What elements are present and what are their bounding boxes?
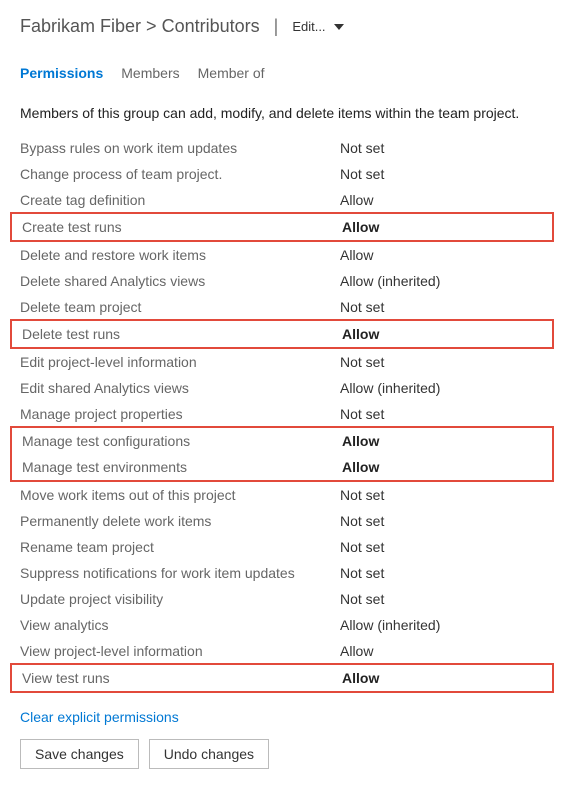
permission-row: Edit project-level informationNot set xyxy=(10,349,554,375)
header-divider: | xyxy=(274,16,279,37)
permission-value[interactable]: Not set xyxy=(340,354,384,370)
permission-row: Manage test configurationsAllow xyxy=(12,428,552,454)
permission-row: Create test runsAllow xyxy=(12,214,552,240)
permission-value[interactable]: Not set xyxy=(340,140,384,156)
permission-value[interactable]: Allow (inherited) xyxy=(340,380,440,396)
permission-row: Bypass rules on work item updatesNot set xyxy=(10,135,554,161)
permission-row: Manage test environmentsAllow xyxy=(12,454,552,480)
permission-row: View test runsAllow xyxy=(12,665,552,691)
permission-row: Change process of team project.Not set xyxy=(10,161,554,187)
permission-row: Delete team projectNot set xyxy=(10,294,554,320)
permission-row: Move work items out of this projectNot s… xyxy=(10,482,554,508)
permission-label[interactable]: Edit shared Analytics views xyxy=(20,380,340,396)
button-row: Save changes Undo changes xyxy=(0,735,564,789)
permission-label[interactable]: Delete team project xyxy=(20,299,340,315)
permission-value[interactable]: Not set xyxy=(340,539,384,555)
permission-label[interactable]: Change process of team project. xyxy=(20,166,340,182)
permission-value[interactable]: Allow xyxy=(340,247,373,263)
permission-label[interactable]: Suppress notifications for work item upd… xyxy=(20,565,340,581)
permission-row: View analyticsAllow (inherited) xyxy=(10,612,554,638)
permission-value[interactable]: Allow xyxy=(340,643,373,659)
tab-members[interactable]: Members xyxy=(121,65,179,85)
header: Fabrikam Fiber > Contributors | Edit... xyxy=(0,0,564,47)
permission-row: Delete shared Analytics viewsAllow (inhe… xyxy=(10,268,554,294)
permission-label[interactable]: Delete and restore work items xyxy=(20,247,340,263)
permission-label[interactable]: View test runs xyxy=(22,670,342,686)
edit-button[interactable]: Edit... xyxy=(292,19,343,34)
permission-label[interactable]: Manage project properties xyxy=(20,406,340,422)
permission-value[interactable]: Not set xyxy=(340,591,384,607)
permission-row: Create tag definitionAllow xyxy=(10,187,554,213)
permission-label[interactable]: View project-level information xyxy=(20,643,340,659)
permission-label[interactable]: Manage test environments xyxy=(22,459,342,475)
permission-label[interactable]: Rename team project xyxy=(20,539,340,555)
clear-permissions-link[interactable]: Clear explicit permissions xyxy=(0,693,564,735)
permission-row: Update project visibilityNot set xyxy=(10,586,554,612)
permission-value[interactable]: Allow (inherited) xyxy=(340,617,440,633)
permission-row: Rename team projectNot set xyxy=(10,534,554,560)
permission-label[interactable]: Delete test runs xyxy=(22,326,342,342)
permission-row: Suppress notifications for work item upd… xyxy=(10,560,554,586)
permission-value[interactable]: Allow (inherited) xyxy=(340,273,440,289)
breadcrumb-sep: > xyxy=(146,16,157,36)
permission-row: Manage project propertiesNot set xyxy=(10,401,554,427)
permission-row: View project-level informationAllow xyxy=(10,638,554,664)
breadcrumb: Fabrikam Fiber > Contributors xyxy=(20,16,260,37)
group-description: Members of this group can add, modify, a… xyxy=(0,91,564,131)
permissions-list: Bypass rules on work item updatesNot set… xyxy=(0,131,564,693)
permission-label[interactable]: Bypass rules on work item updates xyxy=(20,140,340,156)
permission-value[interactable]: Allow xyxy=(340,192,373,208)
permission-label[interactable]: Edit project-level information xyxy=(20,354,340,370)
permission-value[interactable]: Allow xyxy=(342,670,379,686)
permission-value[interactable]: Not set xyxy=(340,513,384,529)
permission-label[interactable]: Move work items out of this project xyxy=(20,487,340,503)
chevron-down-icon xyxy=(334,24,344,30)
permission-label[interactable]: Create test runs xyxy=(22,219,342,235)
permission-label[interactable]: Permanently delete work items xyxy=(20,513,340,529)
tab-permissions[interactable]: Permissions xyxy=(20,65,103,85)
tab-member-of[interactable]: Member of xyxy=(198,65,265,85)
breadcrumb-group[interactable]: Contributors xyxy=(162,16,260,36)
permission-value[interactable]: Allow xyxy=(342,326,379,342)
undo-button[interactable]: Undo changes xyxy=(149,739,269,769)
permission-value[interactable]: Not set xyxy=(340,565,384,581)
edit-button-label: Edit... xyxy=(292,19,325,34)
permission-label[interactable]: Update project visibility xyxy=(20,591,340,607)
permission-value[interactable]: Not set xyxy=(340,487,384,503)
permission-label[interactable]: View analytics xyxy=(20,617,340,633)
tabs: Permissions Members Member of xyxy=(0,47,564,91)
save-button[interactable]: Save changes xyxy=(20,739,139,769)
permission-row: Delete and restore work itemsAllow xyxy=(10,242,554,268)
permission-label[interactable]: Delete shared Analytics views xyxy=(20,273,340,289)
permission-value[interactable]: Not set xyxy=(340,299,384,315)
breadcrumb-project[interactable]: Fabrikam Fiber xyxy=(20,16,141,36)
permission-label[interactable]: Manage test configurations xyxy=(22,433,342,449)
permission-row: Permanently delete work itemsNot set xyxy=(10,508,554,534)
permission-value[interactable]: Not set xyxy=(340,166,384,182)
permission-row: Edit shared Analytics viewsAllow (inheri… xyxy=(10,375,554,401)
permission-value[interactable]: Not set xyxy=(340,406,384,422)
permission-value[interactable]: Allow xyxy=(342,219,379,235)
permission-row: Delete test runsAllow xyxy=(12,321,552,347)
permission-value[interactable]: Allow xyxy=(342,459,379,475)
permission-label[interactable]: Create tag definition xyxy=(20,192,340,208)
permission-value[interactable]: Allow xyxy=(342,433,379,449)
